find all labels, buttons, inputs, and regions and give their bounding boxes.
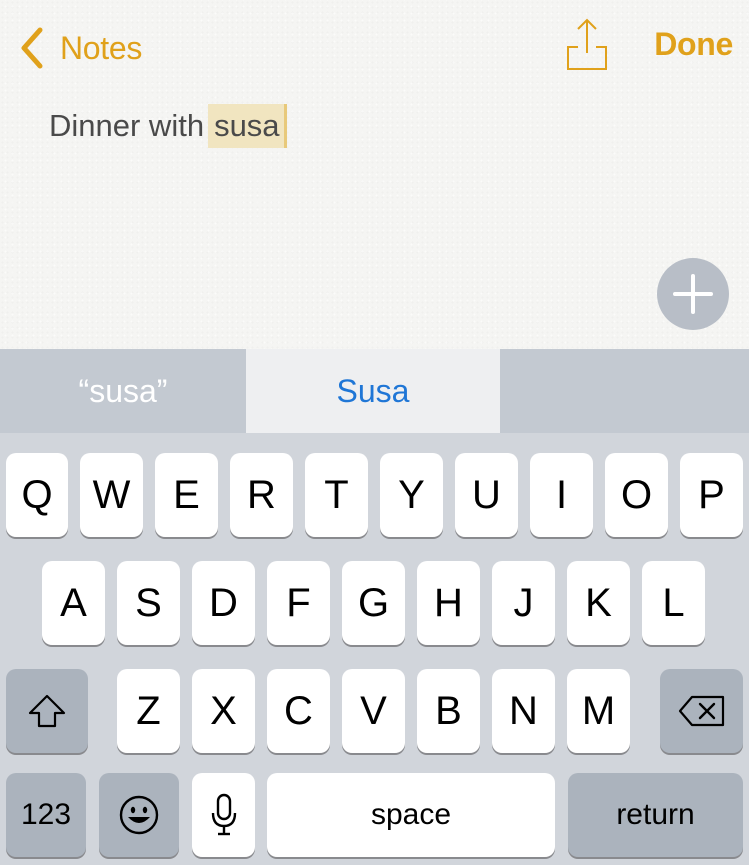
- key-k[interactable]: K: [567, 561, 630, 645]
- numbers-key[interactable]: 123: [6, 773, 86, 857]
- keyboard: Q W E R T Y U I O P A S D F G H J K L Z …: [0, 433, 749, 865]
- key-z[interactable]: Z: [117, 669, 180, 753]
- selected-word[interactable]: susa: [208, 104, 287, 148]
- back-label: Notes: [60, 29, 143, 66]
- done-button[interactable]: Done: [654, 26, 733, 63]
- note-text[interactable]: Dinner with susa: [49, 104, 287, 148]
- share-button[interactable]: [565, 16, 609, 72]
- key-c[interactable]: C: [267, 669, 330, 753]
- key-j[interactable]: J: [492, 561, 555, 645]
- key-y[interactable]: Y: [380, 453, 443, 537]
- key-v[interactable]: V: [342, 669, 405, 753]
- key-q[interactable]: Q: [6, 453, 68, 537]
- key-g[interactable]: G: [342, 561, 405, 645]
- key-e[interactable]: E: [155, 453, 218, 537]
- key-i[interactable]: I: [530, 453, 593, 537]
- chevron-left-icon: [21, 27, 43, 69]
- key-b[interactable]: B: [417, 669, 480, 753]
- key-m[interactable]: M: [567, 669, 630, 753]
- key-w[interactable]: W: [80, 453, 143, 537]
- suggestion-original[interactable]: “susa”: [0, 349, 246, 433]
- key-o[interactable]: O: [605, 453, 668, 537]
- microphone-key[interactable]: [192, 773, 255, 857]
- key-l[interactable]: L: [642, 561, 705, 645]
- predictive-suggestion-bar: “susa” Susa: [0, 349, 749, 433]
- key-h[interactable]: H: [417, 561, 480, 645]
- delete-key[interactable]: [660, 669, 743, 753]
- return-key[interactable]: return: [568, 773, 743, 857]
- key-f[interactable]: F: [267, 561, 330, 645]
- suggestion-empty[interactable]: [500, 349, 749, 433]
- key-n[interactable]: N: [492, 669, 555, 753]
- microphone-icon: [211, 793, 236, 836]
- key-s[interactable]: S: [117, 561, 180, 645]
- suggestion-autocorrect[interactable]: Susa: [246, 349, 500, 433]
- share-icon: [567, 18, 607, 70]
- space-key[interactable]: space: [267, 773, 555, 857]
- plus-icon: [673, 274, 713, 314]
- shift-icon: [28, 694, 66, 728]
- key-u[interactable]: U: [455, 453, 518, 537]
- delete-icon: [678, 695, 724, 727]
- key-t[interactable]: T: [305, 453, 368, 537]
- emoji-key[interactable]: [99, 773, 179, 857]
- key-d[interactable]: D: [192, 561, 255, 645]
- key-a[interactable]: A: [42, 561, 105, 645]
- key-p[interactable]: P: [680, 453, 743, 537]
- note-text-prefix: Dinner with: [49, 108, 205, 143]
- emoji-icon: [119, 795, 159, 835]
- add-attachment-button[interactable]: [657, 258, 729, 330]
- shift-key[interactable]: [6, 669, 88, 753]
- key-x[interactable]: X: [192, 669, 255, 753]
- key-r[interactable]: R: [230, 453, 293, 537]
- back-button[interactable]: Notes: [18, 24, 142, 72]
- note-editor[interactable]: Notes Done Dinner with susa: [0, 0, 749, 349]
